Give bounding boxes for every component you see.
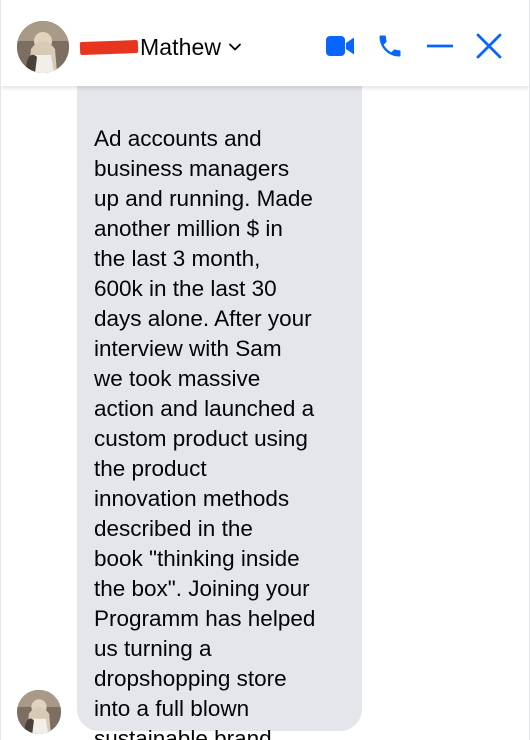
chevron-down-icon [229,43,242,51]
close-icon [476,33,502,59]
contact-avatar[interactable] [17,21,69,73]
chat-header: Mathew [1,0,529,86]
redaction-mark [79,39,139,55]
video-camera-icon [326,36,354,56]
avatar-image [17,21,69,73]
message-bubble[interactable]: Ad accounts and business managers up and… [77,86,362,740]
message-text: Ad accounts and business managers up and… [94,126,316,740]
contact-name: Mathew [140,33,222,60]
minimize-button[interactable] [422,28,458,64]
video-call-button[interactable] [322,28,358,64]
phone-icon [379,35,401,57]
sender-avatar[interactable] [17,690,61,734]
voice-call-button[interactable] [372,28,408,64]
close-button[interactable] [471,28,507,64]
chat-window: Mathew Ad accounts and business managers… [0,0,530,740]
message-thread[interactable]: Ad accounts and business managers up and… [1,86,529,740]
minimize-icon [427,44,453,48]
avatar-image [17,690,61,734]
contact-name-dropdown[interactable]: Mathew [79,30,243,64]
